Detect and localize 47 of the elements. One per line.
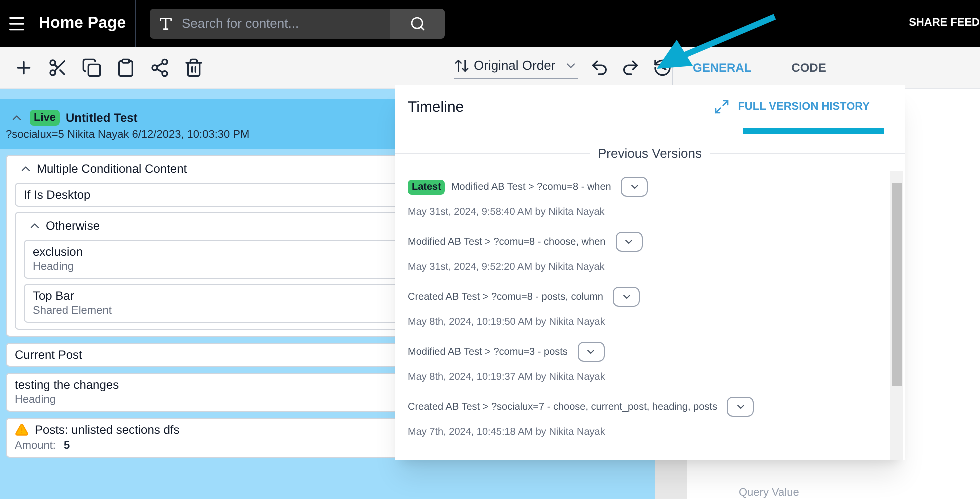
element-type: Shared Element [33,304,112,318]
test-meta: ?socialux=5 Nikita Nayak 6/12/2023, 10:03:30 PM [6,128,250,143]
version-meta: May 31st, 2024, 9:52:20 AM by Nikita Nayak [408,261,605,275]
field-label: Query Value [739,487,800,499]
text-icon [158,16,174,32]
share-icon[interactable] [150,58,170,78]
warning-icon [15,422,29,436]
popover-title: Timeline [408,98,464,118]
scissors-icon[interactable] [48,58,68,78]
expand-version-button[interactable] [613,287,640,307]
test-title: Untitled Test [66,110,138,127]
copy-icon[interactable] [82,58,102,78]
version-summary: Modified AB Test > ?comu=8 - when [451,180,612,194]
expand-version-button[interactable] [621,177,648,197]
sort-icon [454,58,470,74]
latest-badge: Latest [408,180,446,194]
share-feed-button[interactable]: SHARE FEED [909,15,980,32]
undo-icon[interactable] [590,58,610,78]
live-badge: Live [30,110,60,126]
element-type: Heading [33,260,74,274]
clipboard-icon[interactable] [116,58,136,78]
element-type: Heading [15,392,56,408]
search-input[interactable]: Search for content... [182,14,382,34]
amount-label: Amount: [15,438,56,454]
amount-value: 5 [64,438,70,454]
group-title: Otherwise [46,218,100,234]
sort-dropdown[interactable]: Original Order [454,56,578,79]
version-meta: May 31st, 2024, 9:58:40 AM by Nikita Nayak [408,206,605,220]
search-icon[interactable] [410,16,426,32]
trash-icon[interactable] [184,58,204,78]
group-title: Multiple Conditional Content [37,160,188,178]
panel-tab[interactable]: CODE [788,58,830,76]
version-meta: May 7th, 2024, 10:45:18 AM by Nikita Nayak [408,426,606,440]
expand-icon [714,99,730,116]
page-title: Home Page [39,14,128,34]
expand-version-button[interactable] [727,397,754,417]
element-title: Top Bar [33,288,74,304]
redo-icon[interactable] [621,58,641,78]
element-title: exclusion [33,244,84,260]
expand-version-button[interactable] [616,232,643,252]
search-field[interactable]: Search for content... [150,8,445,38]
version-summary: Modified AB Test > ?comu=3 - posts [408,346,568,360]
version-meta: May 8th, 2024, 10:19:37 AM by Nikita Nayak [408,371,606,385]
version-summary: Created AB Test > ?comu=8 - posts, column [408,290,604,304]
expand-version-button[interactable] [578,342,605,362]
element-title: Posts: unlisted sections dfs [35,422,180,438]
element-title: testing the changes [15,376,120,392]
